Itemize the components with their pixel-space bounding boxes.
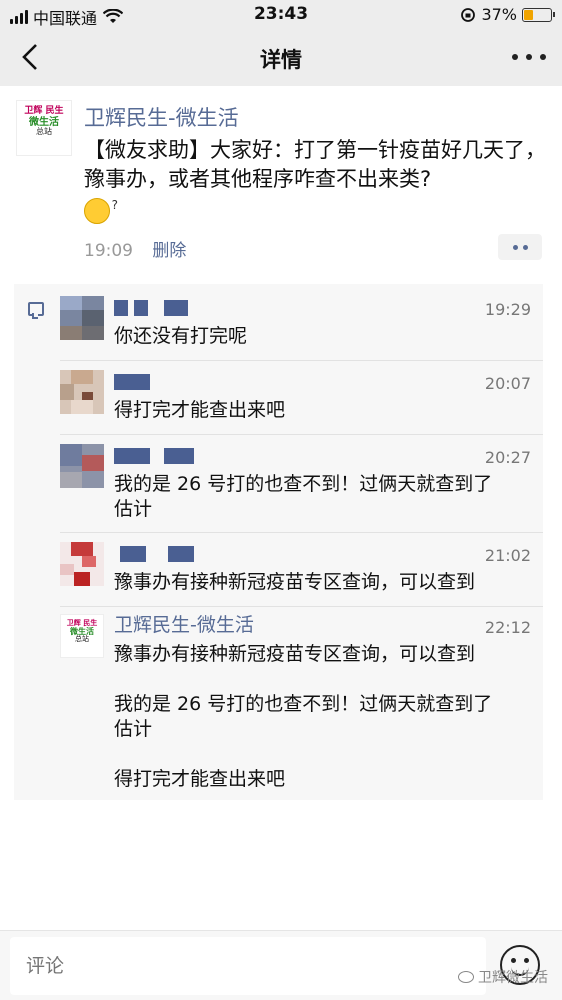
comment-text: 我的是 26 号打的也查不到！过俩天就查到了 估计 [114,473,493,520]
comment-time: 22:12 [484,618,531,637]
nav-bar: 详情 [0,30,562,86]
comment-time: 20:27 [484,448,531,467]
author-name[interactable]: 卫辉民生-微生活 [84,102,239,132]
commenter-name-redacted[interactable] [114,544,194,564]
wechat-icon [458,971,474,983]
like-comment-button[interactable] [498,234,542,260]
commenter-avatar[interactable] [60,542,104,586]
comment-time: 19:29 [484,300,531,319]
commenter-name-redacted[interactable] [114,372,150,392]
comment-time: 21:02 [484,546,531,565]
comment-text: 你还没有打完呢 [114,325,248,347]
comment-text: 豫事办有接种新冠疫苗专区查询，可以查到 我的是 26 号打的也查不到！过俩天就查… [114,643,493,790]
commenter-avatar[interactable]: 卫辉 民生 微生活 总站 [60,614,104,658]
battery-percent: 37% [481,5,517,24]
commenter-name[interactable]: 卫辉民生-微生活 [114,613,254,636]
divider [60,360,543,361]
confused-emoji-icon [84,191,118,224]
divider [60,434,543,435]
battery-icon [522,7,555,22]
commenter-avatar[interactable] [60,370,104,414]
post-text: 【微友求助】大家好：打了第一针疫苗好几天了，豫事办，或者其他程序咋查不出来类? [84,138,546,191]
comments-panel: 19:29 你还没有打完呢 20:07 得打完才能查出来吧 20:27 我的是 … [14,284,543,800]
commenter-avatar[interactable] [60,296,104,340]
page-title: 详情 [260,48,302,72]
comment-input[interactable] [10,937,486,995]
rotation-lock-icon [461,7,476,22]
commenter-name-redacted[interactable] [114,446,194,466]
post-time: 19:09 [84,241,133,261]
status-bar: 中国联通 23:43 37% [0,0,562,30]
comment-icon [28,302,44,319]
comment-text: 得打完才能查出来吧 [114,399,286,421]
watermark: 卫辉微生活 [458,967,548,987]
author-avatar[interactable]: 卫辉 民生 微生活 总站 [16,100,72,156]
divider [60,532,543,533]
comment-bar: 卫辉微生活 [0,930,562,1000]
delete-button[interactable]: 删除 [152,241,186,261]
comment-text: 豫事办有接种新冠疫苗专区查询，可以查到 [114,571,476,593]
more-icon[interactable] [512,44,546,70]
commenter-name-redacted[interactable] [114,298,188,318]
comment-time: 20:07 [484,374,531,393]
commenter-avatar[interactable] [60,444,104,488]
divider [60,606,543,607]
